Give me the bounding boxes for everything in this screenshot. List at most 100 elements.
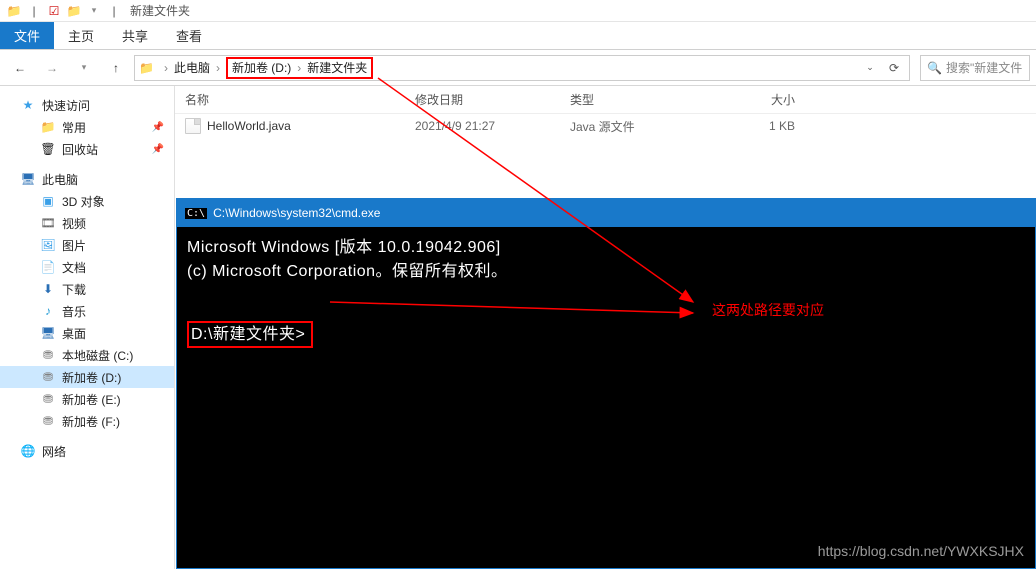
file-name: HelloWorld.java [207, 119, 291, 133]
crumb-pc[interactable]: 此电脑 [174, 59, 210, 76]
sidebar-videos[interactable]: 🎞 视频 [0, 212, 174, 234]
back-button[interactable]: ← [6, 54, 34, 82]
sidebar-desktop[interactable]: 🖥 桌面 [0, 322, 174, 344]
cmd-icon: C:\ [185, 208, 207, 219]
crumb-sep: › [297, 61, 301, 75]
sidebar: ★ 快速访问 📁 常用 📌 🗑 回收站 📌 🖥 此电脑 ▣ 3D 对象 🎞 视频 🖼 图片 📄 文档… [0, 86, 175, 569]
sidebar-item-label: 新加卷 (D:) [62, 369, 121, 386]
up-button[interactable]: ↑ [102, 54, 130, 82]
sidebar-item-label: 网络 [42, 443, 66, 460]
recent-dropdown-icon[interactable]: ▾ [70, 54, 98, 82]
qat-dropdown-icon[interactable]: ▾ [86, 3, 102, 19]
folder-icon: 📁 [6, 3, 22, 19]
desktop-icon: 🖥 [40, 326, 56, 340]
sidebar-this-pc[interactable]: 🖥 此电脑 [0, 168, 174, 190]
sidebar-recycle[interactable]: 🗑 回收站 📌 [0, 138, 174, 160]
cmd-line2: (c) Microsoft Corporation。保留所有权利。 [187, 263, 508, 280]
search-icon: 🔍 [927, 61, 942, 75]
address-bar[interactable]: 📁 › 此电脑 › 新加卷 (D:) › 新建文件夹 ⌄ ⟳ [134, 55, 910, 81]
sidebar-drive-c[interactable]: ⛃本地磁盘 (C:) [0, 344, 174, 366]
col-name-header[interactable]: 名称 [175, 91, 415, 108]
sidebar-item-label: 视频 [62, 215, 86, 232]
cube-icon: ▣ [40, 194, 56, 208]
sidebar-network[interactable]: 🌐 网络 [0, 440, 174, 462]
cmd-line1: Microsoft Windows [版本 10.0.19042.906] [187, 239, 501, 256]
folder-icon: 📁 [139, 61, 154, 75]
folder-icon: 📁 [66, 3, 82, 19]
pin-icon: 📌 [152, 122, 164, 133]
sidebar-item-label: 回收站 [62, 141, 98, 158]
sidebar-item-label: 新加卷 (E:) [62, 391, 121, 408]
crumb-sep[interactable]: › [164, 61, 168, 75]
cmd-prompt-highlight: D:\新建文件夹> [187, 321, 313, 348]
address-dropdown-icon[interactable]: ⌄ [859, 62, 881, 73]
recycle-icon: 🗑 [40, 142, 56, 156]
annotation-text: 这两处路径要对应 [712, 300, 824, 320]
pin-icon: 📌 [152, 144, 164, 155]
sidebar-item-label: 文档 [62, 259, 86, 276]
video-icon: 🎞 [40, 216, 56, 230]
sidebar-quick-access[interactable]: ★ 快速访问 [0, 94, 174, 116]
sidebar-item-label: 新加卷 (F:) [62, 413, 120, 430]
drive-icon: ⛃ [40, 370, 56, 384]
checkbox-icon[interactable]: ☑ [46, 3, 62, 19]
sidebar-music[interactable]: ♪ 音乐 [0, 300, 174, 322]
sidebar-item-label: 下载 [62, 281, 86, 298]
search-input[interactable]: 🔍 搜索"新建文件 [920, 55, 1030, 81]
col-size-header[interactable]: 大小 [725, 91, 805, 108]
refresh-icon[interactable]: ⟳ [883, 61, 905, 75]
file-row[interactable]: HelloWorld.java 2021/4/9 21:27 Java 源文件 … [175, 114, 1036, 138]
sidebar-item-label: 3D 对象 [62, 193, 105, 210]
col-type-header[interactable]: 类型 [570, 91, 725, 108]
sidebar-item-label: 快速访问 [42, 97, 90, 114]
file-size: 1 KB [725, 119, 805, 133]
tab-view[interactable]: 查看 [162, 22, 216, 49]
tab-home[interactable]: 主页 [54, 22, 108, 49]
drive-icon: ⛃ [40, 392, 56, 406]
divider-icon: | [26, 3, 42, 19]
tab-file[interactable]: 文件 [0, 22, 54, 49]
sidebar-3d[interactable]: ▣ 3D 对象 [0, 190, 174, 212]
breadcrumb-highlight: 新加卷 (D:) › 新建文件夹 [226, 57, 373, 79]
music-icon: ♪ [40, 304, 56, 318]
sidebar-pictures[interactable]: 🖼 图片 [0, 234, 174, 256]
file-icon [185, 118, 201, 134]
cmd-body[interactable]: Microsoft Windows [版本 10.0.19042.906] (c… [177, 227, 1035, 356]
tab-share[interactable]: 共享 [108, 22, 162, 49]
network-icon: 🌐 [20, 444, 36, 458]
sidebar-item-label: 音乐 [62, 303, 86, 320]
cmd-titlebar[interactable]: C:\ C:\Windows\system32\cmd.exe [177, 199, 1035, 227]
cmd-prompt: D:\新建文件夹> [191, 326, 305, 343]
crumb-sep: › [216, 61, 220, 75]
ribbon-tabs: 文件 主页 共享 查看 [0, 22, 1036, 50]
sidebar-drive-e[interactable]: ⛃ 新加卷 (E:) [0, 388, 174, 410]
window-title: 新建文件夹 [130, 2, 190, 19]
cmd-window: C:\ C:\Windows\system32\cmd.exe Microsof… [176, 198, 1036, 569]
nav-bar: ← → ▾ ↑ 📁 › 此电脑 › 新加卷 (D:) › 新建文件夹 ⌄ ⟳ 🔍… [0, 50, 1036, 86]
document-icon: 📄 [40, 260, 56, 274]
forward-button[interactable]: → [38, 54, 66, 82]
sidebar-drive-d[interactable]: ⛃ 新加卷 (D:) [0, 366, 174, 388]
crumb-folder[interactable]: 新建文件夹 [307, 59, 367, 76]
pc-icon: 🖥 [20, 172, 36, 186]
drive-icon: ⛃ [40, 348, 56, 362]
download-icon: ⬇ [40, 282, 56, 296]
folder-icon: 📁 [40, 120, 56, 134]
sidebar-drive-f[interactable]: ⛃ 新加卷 (F:) [0, 410, 174, 432]
sidebar-common[interactable]: 📁 常用 📌 [0, 116, 174, 138]
picture-icon: 🖼 [40, 238, 56, 252]
sidebar-item-label: 常用 [62, 119, 86, 136]
sidebar-item-label: 图片 [62, 237, 86, 254]
sidebar-downloads[interactable]: ⬇ 下载 [0, 278, 174, 300]
search-placeholder: 搜索"新建文件 [946, 59, 1022, 76]
drive-icon: ⛃ [40, 414, 56, 428]
sidebar-item-label: 桌面 [62, 325, 86, 342]
col-date-header[interactable]: 修改日期 [415, 91, 570, 108]
sidebar-documents[interactable]: 📄 文档 [0, 256, 174, 278]
star-icon: ★ [20, 98, 36, 112]
column-header-row: 名称 修改日期 类型 大小 [175, 86, 1036, 114]
crumb-drive[interactable]: 新加卷 (D:) [232, 59, 291, 76]
sidebar-item-label: 此电脑 [42, 171, 78, 188]
watermark: https://blog.csdn.net/YWXKSJHX [818, 543, 1024, 559]
file-type: Java 源文件 [570, 118, 725, 135]
